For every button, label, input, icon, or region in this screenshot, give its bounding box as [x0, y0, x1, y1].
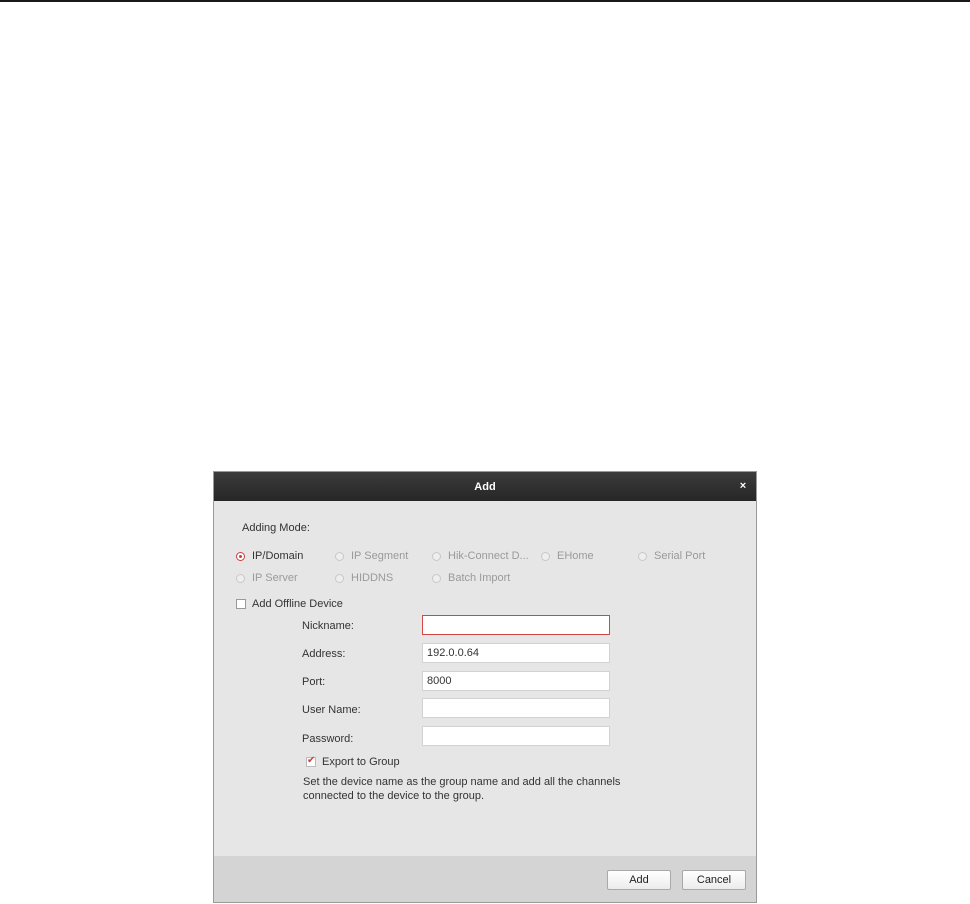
- cancel-button[interactable]: Cancel: [682, 870, 746, 890]
- add-button[interactable]: Add: [607, 870, 671, 890]
- close-icon[interactable]: ×: [737, 480, 749, 492]
- address-label: Address:: [302, 648, 346, 660]
- radio-dot: [432, 573, 441, 583]
- export-group-description: Set the device name as the group name an…: [303, 776, 621, 802]
- dialog-title: Add: [474, 481, 496, 493]
- radio-dot: [236, 551, 245, 561]
- mode-radio-batch-import[interactable]: Batch Import: [432, 572, 510, 584]
- mode-radio-label: Batch Import: [448, 572, 511, 584]
- radio-dot: [432, 551, 441, 561]
- username-label: User Name:: [302, 704, 361, 716]
- checkbox-box: [306, 755, 316, 767]
- mode-radio-label: HIDDNS: [351, 572, 394, 584]
- nickname-label: Nickname:: [302, 620, 354, 632]
- add-offline-device-checkbox[interactable]: Add Offline Device: [236, 598, 343, 610]
- address-input[interactable]: [422, 643, 610, 663]
- dialog-titlebar: Add ×: [214, 472, 756, 501]
- mode-radio-hiddns[interactable]: HIDDNS: [335, 572, 393, 584]
- radio-dot: [541, 551, 550, 561]
- mode-radio-label: IP Server: [252, 572, 298, 584]
- checkbox-label: Export to Group: [322, 756, 400, 768]
- mode-radio-ehome[interactable]: EHome: [541, 550, 594, 562]
- nickname-input[interactable]: [422, 615, 610, 635]
- checkbox-box: [236, 599, 246, 609]
- password-label: Password:: [302, 733, 354, 745]
- port-label: Port:: [302, 676, 326, 688]
- mode-radio-label: Serial Port: [654, 550, 706, 562]
- mode-radio-serial-port[interactable]: Serial Port: [638, 550, 705, 562]
- mode-radio-label: EHome: [557, 550, 594, 562]
- username-input[interactable]: [422, 698, 610, 718]
- dialog-footer: Add Cancel: [214, 856, 756, 902]
- mode-radio-label: Hik-Connect D...: [448, 550, 529, 562]
- password-input[interactable]: [422, 726, 610, 746]
- mode-radio-label: IP/Domain: [252, 550, 304, 562]
- port-input[interactable]: [422, 671, 610, 691]
- mode-radio-hik-connect[interactable]: Hik-Connect D...: [432, 550, 529, 562]
- mode-radio-label: IP Segment: [351, 550, 409, 562]
- radio-dot: [638, 551, 647, 561]
- export-to-group-checkbox[interactable]: Export to Group: [306, 755, 400, 768]
- radio-dot: [335, 551, 344, 561]
- checkbox-label: Add Offline Device: [252, 598, 343, 610]
- add-device-dialog: Add × Adding Mode: IP/Domain IP Segment …: [213, 471, 757, 903]
- adding-mode-label: Adding Mode:: [242, 522, 310, 534]
- top-rule: [0, 0, 970, 2]
- radio-dot: [335, 573, 344, 583]
- radio-dot: [236, 573, 245, 583]
- mode-radio-ip-domain[interactable]: IP/Domain: [236, 550, 303, 562]
- mode-radio-ip-segment[interactable]: IP Segment: [335, 550, 408, 562]
- mode-radio-ip-server[interactable]: IP Server: [236, 572, 298, 584]
